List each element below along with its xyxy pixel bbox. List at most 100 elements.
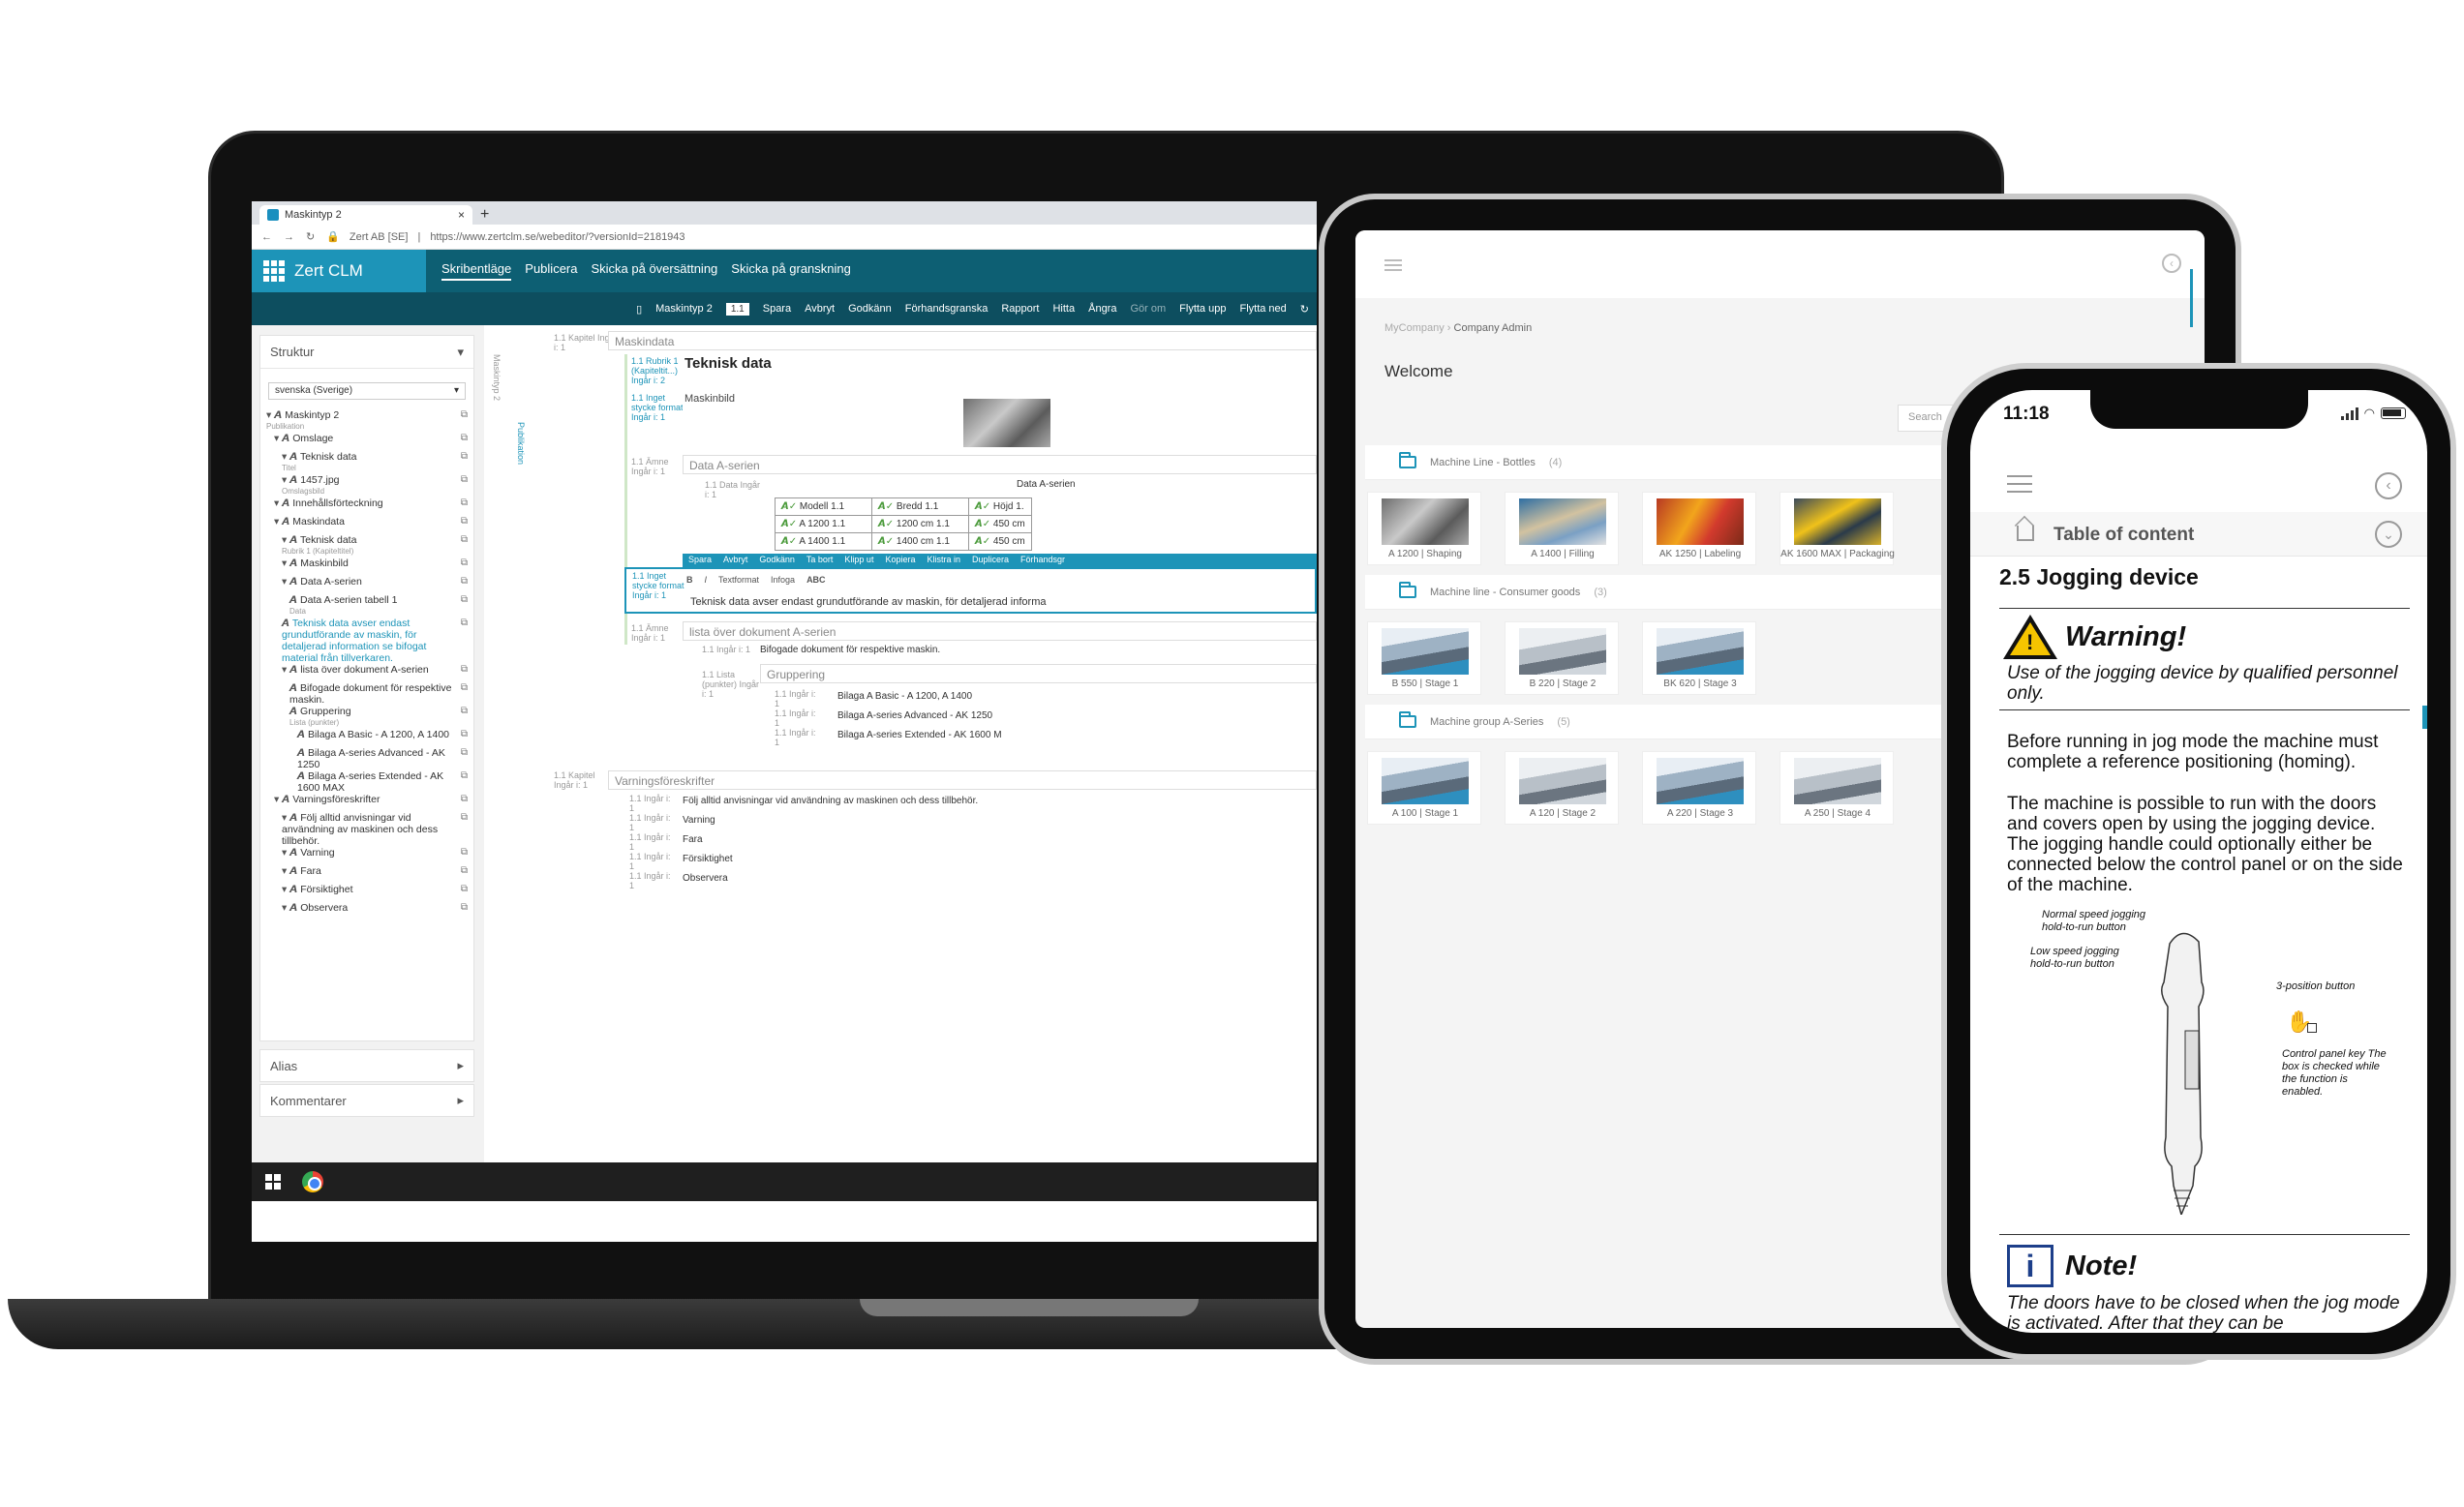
format-toolbar-item[interactable]: Textformat [718, 575, 759, 585]
tree-node[interactable]: 𝘼 Bifogade dokument för respektive maski… [266, 682, 468, 706]
tree-node[interactable]: 𝘼 Data A-serien tabell 1 Data ⧉ [266, 594, 468, 618]
hamburger-menu-icon[interactable] [2007, 475, 2032, 493]
external-link-icon[interactable]: ⧉ [456, 812, 468, 823]
external-link-icon[interactable]: ⧉ [456, 729, 468, 739]
format-toolbar-item[interactable]: I [705, 575, 708, 585]
breadcrumb-mycompany[interactable]: MyCompany [1384, 322, 1445, 334]
tree-node[interactable]: ▾ 𝘼 Teknisk data Rubrik 1 (Kapiteltitel) ⧉ [266, 534, 468, 558]
external-link-icon[interactable]: ⧉ [456, 865, 468, 876]
format-toolbar-item[interactable]: ABC [806, 575, 826, 585]
comments-accordion[interactable]: Kommentarer ▸ [259, 1084, 474, 1117]
save-button[interactable]: Spara [763, 303, 791, 315]
external-link-icon[interactable]: ⧉ [456, 497, 468, 508]
external-link-icon[interactable]: ⧉ [456, 902, 468, 913]
machine-image-field[interactable]: Maskinbild [683, 389, 1317, 447]
browser-tab[interactable]: Maskintyp 2 × [259, 205, 472, 225]
breadcrumb-company-admin[interactable]: Company Admin [1454, 322, 1533, 334]
warning-item[interactable]: Följ alltid anvisningar vid användning a… [683, 796, 978, 806]
scrollbar[interactable] [2422, 706, 2427, 729]
tree-node[interactable]: ▾ 𝘼 Maskindata ⧉ [266, 516, 468, 534]
data-series-field[interactable]: Data A-serien [683, 455, 1317, 474]
new-tab-button[interactable]: + [480, 205, 489, 225]
tree-node[interactable]: ▾ 𝘼 Försiktighet ⧉ [266, 884, 468, 902]
tree-node[interactable]: ▾ 𝘼 Maskintyp 2 Publikation ⧉ [266, 409, 468, 433]
machine-card[interactable]: A 100 | Stage 1 [1367, 751, 1481, 825]
table-cell[interactable]: 𝘼✓ A 1200 1.1 [775, 515, 872, 533]
tree-node[interactable]: ▾ 𝘼 Varningsföreskrifter ⧉ [266, 794, 468, 812]
version-select[interactable]: 1.1 [725, 302, 749, 316]
heading-field[interactable]: Teknisk data [683, 352, 1317, 376]
table-cell[interactable]: 𝘼✓ 450 cm [968, 515, 1032, 533]
machine-card[interactable]: AK 1250 | Labeling [1642, 492, 1756, 565]
tree-node[interactable]: ▾ 𝘼 Maskinbild ⧉ [266, 558, 468, 576]
machine-card[interactable]: A 220 | Stage 3 [1642, 751, 1756, 825]
external-link-icon[interactable]: ⧉ [456, 794, 468, 804]
insert-toolbar-item[interactable]: Förhandsgr [1020, 555, 1065, 566]
insert-toolbar-item[interactable]: Klistra in [927, 555, 960, 566]
external-link-icon[interactable]: ⧉ [456, 474, 468, 485]
machine-card[interactable]: B 550 | Stage 1 [1367, 621, 1481, 695]
table-cell[interactable]: 𝘼✓ Bredd 1.1 [871, 497, 969, 516]
undo-button[interactable]: Ångra [1088, 303, 1116, 315]
table-cell[interactable]: 𝘼✓ Modell 1.1 [775, 497, 872, 516]
preview-button[interactable]: Förhandsgranska [905, 303, 989, 315]
menu-oversattning[interactable]: Skicka på översättning [591, 261, 717, 281]
warning-item[interactable]: Försiktighet [683, 854, 733, 864]
back-circle-icon[interactable]: ‹ [2375, 472, 2402, 499]
insert-toolbar-item[interactable]: Avbryt [723, 555, 747, 566]
warning-item[interactable]: Varning [683, 815, 715, 826]
active-paragraph[interactable]: 1.1 Inget stycke format Ingår i: 1 B I Tex… [624, 567, 1317, 614]
back-circle-icon[interactable]: ‹ [2162, 254, 2181, 273]
alias-accordion[interactable]: Alias ▸ [259, 1049, 474, 1082]
external-link-icon[interactable]: ⧉ [456, 558, 468, 568]
format-toolbar-item[interactable]: B [686, 575, 693, 585]
tree-node[interactable]: ▾ 𝘼 Omslage ⧉ [266, 433, 468, 451]
insert-toolbar-item[interactable]: Klipp ut [844, 555, 873, 566]
windows-start-icon[interactable] [265, 1174, 281, 1190]
list-intro[interactable]: Bifogade dokument för respektive maskin. [760, 645, 940, 655]
tree-node[interactable]: 𝘼 Gruppering Lista (punkter) ⧉ [266, 706, 468, 729]
external-link-icon[interactable]: ⧉ [456, 770, 468, 781]
warning-item[interactable]: Fara [683, 834, 703, 845]
tree-node[interactable]: ▾ 𝘼 Följ alltid anvisningar vid användni… [266, 812, 468, 847]
cancel-button[interactable]: Avbryt [805, 303, 835, 315]
external-link-icon[interactable]: ⧉ [456, 847, 468, 858]
external-link-icon[interactable]: ⧉ [456, 682, 468, 693]
format-toolbar-item[interactable]: Infoga [771, 575, 795, 585]
table-cell[interactable]: 𝘼✓ Höjd 1. [968, 497, 1032, 516]
external-link-icon[interactable]: ⧉ [456, 534, 468, 545]
group-item[interactable]: Bilaga A-series Extended - AK 1600 M [837, 730, 1002, 740]
insert-toolbar-item[interactable]: Ta bort [806, 555, 834, 566]
group-item[interactable]: Bilaga A-series Advanced - AK 1250 [837, 710, 992, 721]
group-item[interactable]: Bilaga A Basic - A 1200, A 1400 [837, 691, 972, 702]
forward-icon[interactable]: → [284, 231, 294, 243]
tree-node[interactable]: 𝘼 Bilaga A Basic - A 1200, A 1400 ⧉ [266, 729, 468, 747]
chapter-field[interactable]: Maskindata [608, 331, 1317, 350]
external-link-icon[interactable]: ⧉ [456, 576, 468, 587]
machine-card[interactable]: A 120 | Stage 2 [1505, 751, 1619, 825]
table-cell[interactable]: 𝘼✓ 1200 cm 1.1 [871, 515, 969, 533]
refresh-icon[interactable]: ↻ [1300, 303, 1309, 316]
list-title-field[interactable]: lista över dokument A-serien [683, 621, 1317, 641]
tree-node[interactable]: ▾ 𝘼 Varning ⧉ [266, 847, 468, 865]
menu-granskning[interactable]: Skicka på granskning [731, 261, 851, 281]
machine-card[interactable]: A 250 | Stage 4 [1780, 751, 1894, 825]
external-link-icon[interactable]: ⧉ [456, 516, 468, 527]
approve-button[interactable]: Godkänn [848, 303, 892, 315]
table-cell[interactable]: 𝘼✓ 450 cm [968, 532, 1032, 551]
menu-skribentlage[interactable]: Skribentläge [441, 261, 512, 281]
tree-node[interactable]: ▾ 𝘼 lista över dokument A-serien ⧉ [266, 664, 468, 682]
language-select[interactable]: svenska (Sverige) ▾ [268, 382, 466, 400]
external-link-icon[interactable]: ⧉ [456, 451, 468, 462]
insert-toolbar-item[interactable]: Duplicera [972, 555, 1009, 566]
toc-bar[interactable]: Table of content ⌄ [1970, 512, 2427, 557]
insert-toolbar-item[interactable]: Godkänn [759, 555, 795, 566]
tree-node[interactable]: ▾ 𝘼 Teknisk data Titel ⧉ [266, 451, 468, 474]
warning-item[interactable]: Observera [683, 873, 728, 884]
external-link-icon[interactable]: ⧉ [456, 618, 468, 628]
external-link-icon[interactable]: ⧉ [456, 706, 468, 716]
chrome-taskbar-icon[interactable] [302, 1171, 323, 1192]
tree-node[interactable]: 𝘼 Bilaga A-series Advanced - AK 1250 ⧉ [266, 747, 468, 770]
scrollbar[interactable] [2190, 269, 2193, 327]
move-up-button[interactable]: Flytta upp [1179, 303, 1226, 315]
